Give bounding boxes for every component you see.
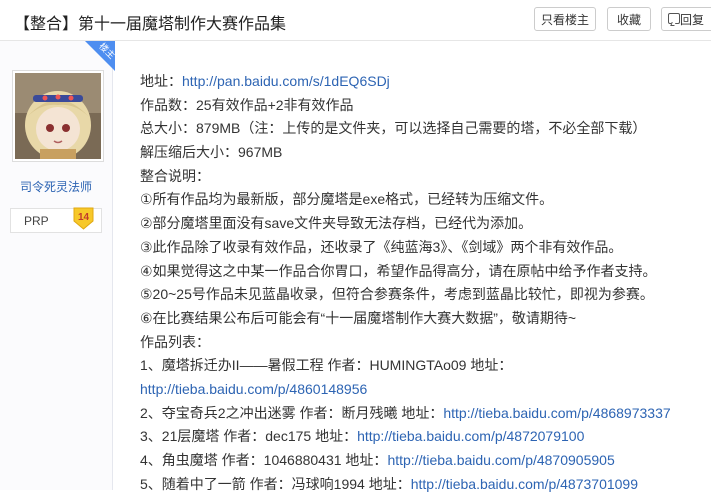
post-content: 地址：http://pan.baidu.com/s/1dEQ6SDj 作品数：2… [140,70,671,496]
level-badge-icon: 14 [73,207,94,230]
work-text: 2、夺宝奇兵2之冲出迷雾 作者：断月残曦 地址： [140,404,444,421]
member-level: PRP 14 [10,207,102,233]
work-link[interactable]: http://tieba.baidu.com/p/4873701099 [411,476,638,492]
author-name[interactable]: 司令死灵法师 [0,178,112,195]
notes-title: 整合说明： [140,167,210,184]
reply-label: 回复 [680,13,705,27]
work-link[interactable]: http://tieba.baidu.com/p/4870905905 [387,452,614,468]
note-line: ②部分魔塔里面没有save文件夹导致无法存档，已经代为添加。 [140,215,533,232]
note-line: ⑥在比赛结果公布后可能会有“十一届魔塔制作大赛大数据”，敬请期待~ [140,309,577,326]
note-line: ③此作品除了收录有效作品，还收录了《纯蓝海3》、《剑域》两个非有效作品。 [140,238,623,255]
work-text: 1、魔塔拆迁办II——暑假工程 作者：HUMINGTAo09 地址： [140,357,513,374]
work-item: 4、角虫魔塔 作者：1046880431 地址：http://tieba.bai… [140,449,671,473]
work-item: 2、夺宝奇兵2之冲出迷雾 作者：断月残曦 地址：http://tieba.bai… [140,402,671,426]
pan-link[interactable]: http://pan.baidu.com/s/1dEQ6SDj [182,73,390,89]
work-text: 4、角虫魔塔 作者：1046880431 地址： [140,452,388,468]
forum-name-label: PRP [24,214,49,228]
author-panel: 司令死灵法师 PRP 14 [0,41,113,490]
reply-button[interactable]: 回复 [661,7,711,31]
reply-icon [668,13,680,24]
work-item: 1、魔塔拆迁办II——暑假工程 作者：HUMINGTAo09 地址： [140,354,671,378]
list-title: 作品列表： [140,333,210,350]
thread-title: 【整合】第十一届魔塔制作大赛作品集 [14,16,287,33]
work-count: 作品数：25有效作品+2非有效作品 [140,96,354,113]
favorite-button[interactable]: 收藏 [607,7,651,31]
level-number: 14 [78,212,90,223]
work-link[interactable]: http://tieba.baidu.com/p/4872079100 [357,428,584,444]
note-line: ④如果觉得这之中某一作品合你胃口，希望作品得高分，请在原帖中给予作者支持。 [140,262,657,279]
total-size: 总大小：879MB（注：上传的是文件夹，可以选择自己需要的塔，不必全部下载） [140,120,647,137]
thread-header: 【整合】第十一届魔塔制作大赛作品集 只看楼主 收藏 回复 [0,0,711,41]
work-item: http://tieba.baidu.com/p/4860148956 [140,378,671,402]
work-text: 3、21层魔塔 作者：dec175 地址： [140,428,358,445]
address-line: 地址：http://pan.baidu.com/s/1dEQ6SDj [140,70,671,94]
work-item: 3、21层魔塔 作者：dec175 地址：http://tieba.baidu.… [140,425,671,449]
unzipped-size: 解压缩后大小：967MB [140,144,283,161]
note-line: ①所有作品均为最新版，部分魔塔是exe格式，已经转为压缩文件。 [140,191,554,208]
only-op-button[interactable]: 只看楼主 [534,7,596,31]
op-badge: 楼主 [85,41,115,71]
avatar[interactable] [12,70,104,162]
address-label: 地址： [140,73,182,89]
work-text: 5、随着中了一箭 作者：冯球响1994 地址： [140,475,411,492]
work-item: 5、随着中了一箭 作者：冯球响1994 地址：http://tieba.baid… [140,473,671,496]
note-line: ⑤20~25号作品未见蓝晶收录，但符合参赛条件，考虑到蓝晶比较忙，即视为参赛。 [140,286,654,303]
work-link[interactable]: http://tieba.baidu.com/p/4868973337 [443,405,670,421]
work-link[interactable]: http://tieba.baidu.com/p/4860148956 [140,381,367,397]
